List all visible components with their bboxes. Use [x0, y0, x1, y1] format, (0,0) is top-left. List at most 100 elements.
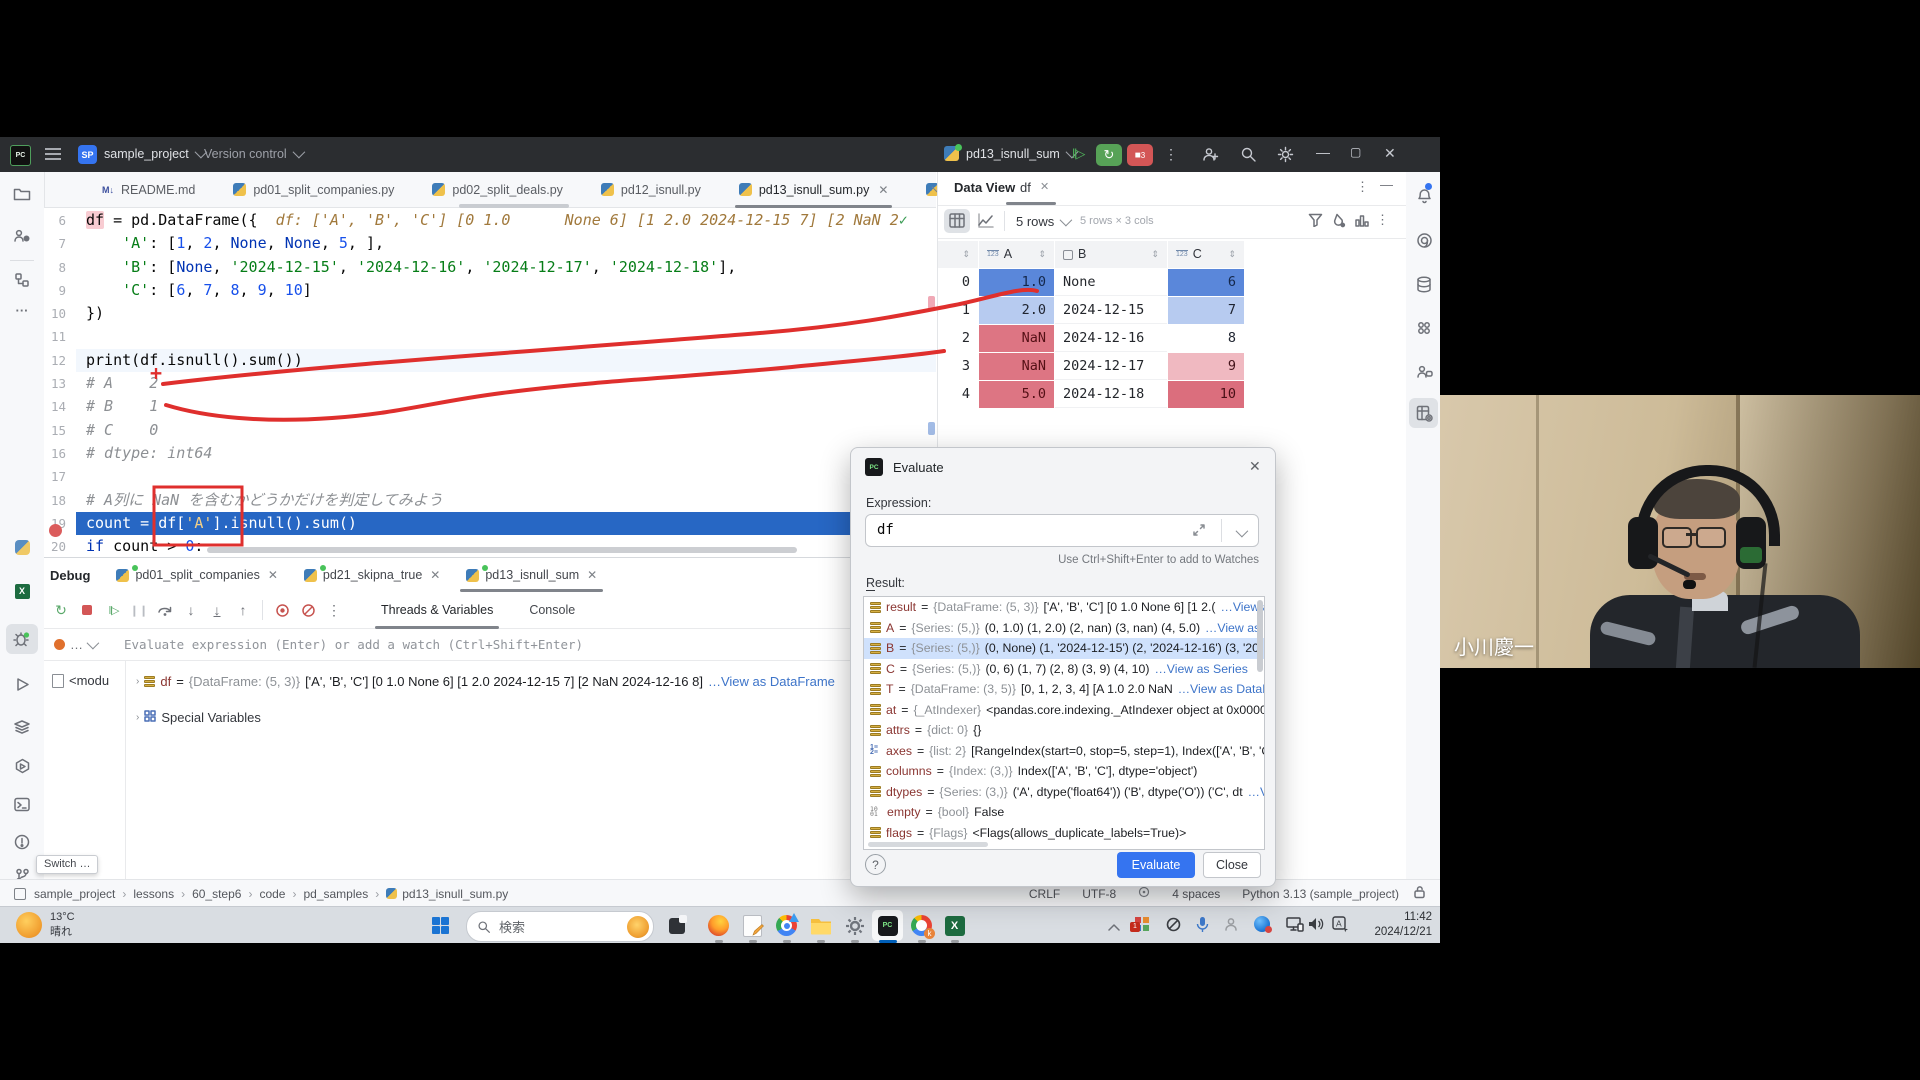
step-over-icon[interactable]	[154, 599, 176, 621]
table-row[interactable]: 01.0None6	[938, 269, 1244, 296]
status-item[interactable]: CRLF	[1029, 887, 1060, 901]
pause-icon[interactable]: ❙❙	[128, 599, 150, 621]
view-as-link[interactable]: …View as Series	[1154, 659, 1247, 680]
data-view-more-icon[interactable]: ⋮	[1356, 179, 1369, 195]
view-tab-Threads & Variables[interactable]: Threads & Variables	[381, 592, 493, 629]
chrome-profile-icon[interactable]: k	[909, 913, 934, 938]
microphone-tray-icon[interactable]	[1196, 916, 1209, 936]
debug-tab-pd13_isnull_sum[interactable]: pd13_isnull_sum✕	[466, 558, 597, 592]
data-view-tab-close-icon[interactable]: ✕	[1040, 180, 1049, 193]
sort-icon[interactable]: ⇕	[1038, 241, 1046, 268]
view-as-link[interactable]: …View as Series	[1205, 618, 1264, 639]
resume-icon[interactable]: ‖▷	[102, 599, 124, 621]
step-out-icon[interactable]: ↑	[232, 599, 254, 621]
tab-close-icon[interactable]: ✕	[268, 568, 278, 582]
result-row-axes[interactable]: 1≡ 2≡axes={list: 2}[RangeIndex(start=0, …	[864, 741, 1264, 762]
file-explorer-icon[interactable]	[808, 913, 833, 938]
notifications-bell-icon[interactable]	[1412, 184, 1436, 208]
editor-tab-pd12_isnull.py[interactable]: pd12_isnull.py	[601, 172, 701, 208]
sort-icon[interactable]: ⇕	[962, 241, 970, 268]
frame-item[interactable]: <modu	[52, 673, 109, 688]
tab-close-icon[interactable]: ✕	[430, 568, 440, 582]
editor-tab-pd01_split_companies.py[interactable]: pd01_split_companies.py	[233, 172, 394, 208]
table-row[interactable]: 3NaN2024-12-179	[938, 353, 1244, 380]
database-icon[interactable]	[1412, 272, 1436, 296]
table-row[interactable]: 12.02024-12-157	[938, 297, 1244, 324]
services-layers-icon[interactable]	[10, 714, 34, 738]
breakpoint-dot[interactable]	[49, 524, 62, 537]
chat-people-icon[interactable]	[1412, 360, 1436, 384]
editor-tab-README.md[interactable]: M↓README.md	[102, 172, 195, 208]
result-row-C[interactable]: C={Series: (5,)}(0, 6) (1, 7) (2, 8) (3,…	[864, 659, 1264, 680]
filter-icon[interactable]	[1308, 213, 1323, 230]
result-row-empty[interactable]: 10 01empty={bool}False	[864, 802, 1264, 823]
excel-icon[interactable]: X	[942, 913, 967, 938]
breadcrumb-item[interactable]: code	[259, 887, 285, 901]
more-actions-icon[interactable]: ⋮	[1164, 146, 1178, 163]
column-header-C[interactable]: 123C⇕	[1168, 241, 1244, 268]
result-row-dtypes[interactable]: dtypes={Series: (3,)}('A', dtype('float6…	[864, 782, 1264, 803]
speaker-tray-icon[interactable]	[1308, 916, 1325, 935]
sort-icon[interactable]: ⇕	[1228, 241, 1236, 268]
debug-tab-pd21_skipna_true[interactable]: pd21_skipna_true✕	[304, 558, 440, 592]
variable-row-df[interactable]: › df = {DataFrame: (5, 3)} ['A', 'B', 'C…	[136, 674, 835, 689]
python-packages-icon[interactable]	[10, 754, 34, 778]
result-row-T[interactable]: T={DataFrame: (3, 5)}[0, 1, 2, 3, 4] [A …	[864, 679, 1264, 700]
step-into-icon[interactable]: ↓	[180, 599, 202, 621]
column-header-B[interactable]: B⇕	[1055, 241, 1167, 268]
table-view-icon[interactable]	[949, 213, 965, 231]
table-row[interactable]: 2NaN2024-12-168	[938, 325, 1244, 352]
data-view-tab-df[interactable]: df	[1020, 180, 1031, 195]
browser-sphere-tray-icon[interactable]	[1254, 916, 1270, 932]
dialog-close-icon[interactable]: ✕	[1249, 458, 1261, 475]
column-header-A[interactable]: 123A⇕	[979, 241, 1054, 268]
watch-input-row[interactable]: … Evaluate expression (Enter) or add a w…	[44, 629, 937, 661]
close-button[interactable]: Close	[1203, 852, 1261, 878]
result-list[interactable]: result={DataFrame: (5, 3)}['A', 'B', 'C'…	[863, 596, 1265, 850]
result-row-attrs[interactable]: attrs={dict: 0}{}	[864, 720, 1264, 741]
search-icon[interactable]	[1240, 146, 1257, 166]
result-row-A[interactable]: A={Series: (5,)}(0, 1.0) (1, 2.0) (2, na…	[864, 618, 1264, 639]
add-user-icon[interactable]	[1202, 146, 1219, 166]
breadcrumb-item[interactable]: sample_project	[34, 887, 115, 901]
build-tool-icon[interactable]	[1412, 316, 1436, 340]
firefox-icon[interactable]	[706, 913, 731, 938]
problems-icon[interactable]	[10, 830, 34, 854]
rerun-debug-icon[interactable]: ↻	[50, 599, 72, 621]
data-view-toolbar-more-icon[interactable]: ⋮	[1376, 212, 1389, 228]
view-breakpoints-icon[interactable]	[271, 599, 293, 621]
python-console-strip-icon[interactable]	[10, 535, 34, 559]
expand-input-icon[interactable]	[1192, 523, 1206, 540]
m365-tray-icon[interactable]: 1	[1134, 916, 1150, 935]
task-view-icon[interactable]	[664, 913, 689, 938]
weather-sun-icon[interactable]	[16, 912, 42, 938]
ai-assistant-icon[interactable]	[1412, 228, 1436, 252]
breadcrumb-item[interactable]: pd13_isnull_sum.py	[402, 887, 508, 901]
view-tab-Console[interactable]: Console	[529, 592, 575, 629]
start-button[interactable]	[428, 913, 453, 938]
data-view-toolwindow-icon[interactable]	[1412, 401, 1436, 425]
breadcrumb-item[interactable]: pd_samples	[303, 887, 368, 901]
result-row-B[interactable]: B={Series: (5,)}(0, None) (1, '2024-12-1…	[864, 638, 1264, 659]
breadcrumb[interactable]: sample_project›lessons›60_step6›code›pd_…	[34, 887, 508, 901]
result-hscrollbar-thumb[interactable]	[868, 842, 988, 847]
breadcrumb-item[interactable]: 60_step6	[192, 887, 241, 901]
status-item[interactable]: 4 spaces	[1172, 887, 1220, 901]
resume-program-icon[interactable]: ‖▷	[1072, 146, 1083, 162]
onenote-tray-icon[interactable]	[1166, 917, 1181, 935]
column-chart-icon[interactable]	[1354, 213, 1369, 230]
data-view-hide-icon[interactable]: —	[1380, 177, 1393, 192]
editor-tab-pd13_isnull_sum.py[interactable]: pd13_isnull_sum.py✕	[739, 172, 889, 208]
more-toolwindows-icon[interactable]: ···	[10, 298, 34, 322]
notepad-icon[interactable]	[740, 913, 765, 938]
column-header-index[interactable]: ⇕	[938, 241, 978, 268]
weather-widget[interactable]: 13°C晴れ	[50, 910, 75, 940]
rows-dropdown[interactable]: 5 rows	[1016, 214, 1069, 229]
result-row-at[interactable]: at={_AtIndexer}<pandas.core.indexing._At…	[864, 700, 1264, 721]
debug-tab-pd01_split_companies[interactable]: pd01_split_companies✕	[116, 558, 277, 592]
excel-toolwindow-icon[interactable]: X	[10, 579, 34, 603]
taskbar-clock[interactable]: 11:422024/12/21	[1362, 910, 1432, 940]
maximize-window-icon[interactable]: ▢	[1350, 145, 1361, 159]
result-scrollbar-thumb[interactable]	[1257, 600, 1263, 672]
status-item[interactable]: Python 3.13 (sample_project)	[1242, 887, 1399, 901]
